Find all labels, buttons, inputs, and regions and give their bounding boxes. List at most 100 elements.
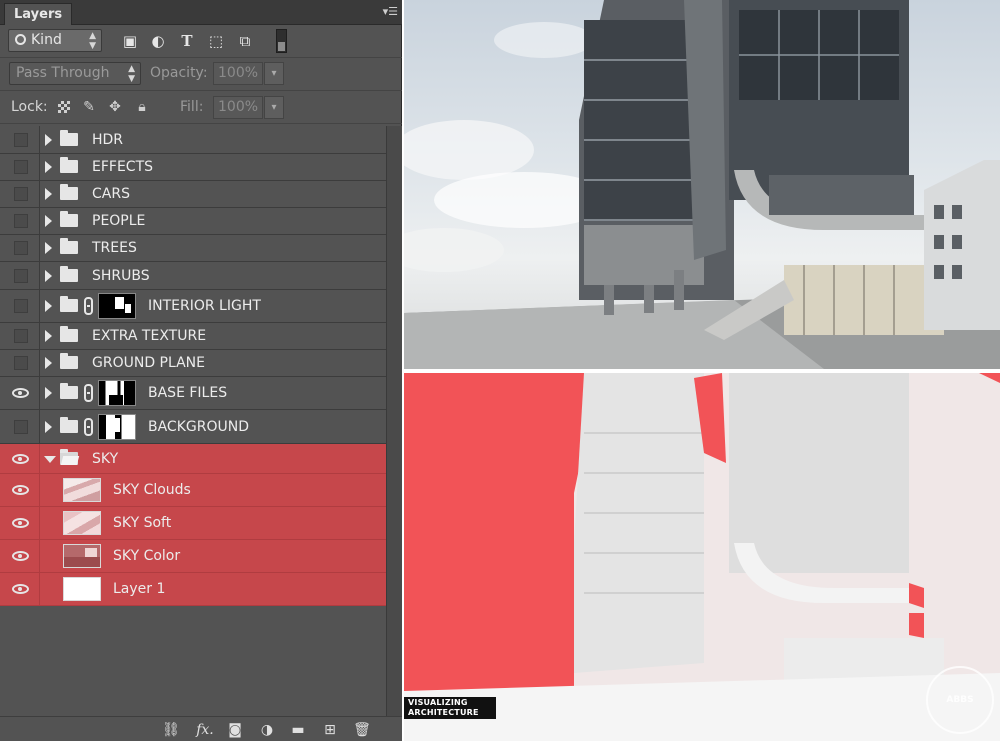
- add-mask-icon[interactable]: ◙: [226, 721, 244, 739]
- visibility-cell[interactable]: [0, 235, 40, 261]
- mask-link-icon[interactable]: [84, 297, 93, 315]
- visibility-off-box[interactable]: [14, 356, 28, 370]
- visibility-off-box[interactable]: [14, 419, 28, 434]
- visibility-off-box[interactable]: [14, 214, 28, 228]
- fill-dropdown-icon[interactable]: ▾: [264, 96, 284, 119]
- eye-icon[interactable]: [12, 388, 29, 398]
- expand-arrow-icon[interactable]: [45, 161, 52, 173]
- layer-row-layer-1[interactable]: Layer 1: [0, 573, 386, 606]
- expand-arrow-icon[interactable]: [45, 387, 52, 399]
- adjustment-layer-icon[interactable]: ◑: [258, 721, 276, 739]
- layer-row-shrubs[interactable]: SHRUBS: [0, 262, 386, 290]
- visibility-cell[interactable]: [0, 540, 40, 572]
- layer-thumbnail[interactable]: [63, 511, 101, 535]
- visibility-off-box[interactable]: [14, 329, 28, 343]
- layer-mask-thumbnail[interactable]: [98, 413, 136, 440]
- visibility-cell[interactable]: [0, 126, 40, 153]
- expand-arrow-icon[interactable]: [45, 215, 52, 227]
- visibility-off-box[interactable]: [14, 187, 28, 201]
- type-filter-icon[interactable]: T: [178, 32, 196, 50]
- credit-line-1: VISUALIZING: [408, 698, 468, 707]
- expand-arrow-icon[interactable]: [45, 300, 52, 312]
- layer-row-sky-clouds[interactable]: SKY Clouds: [0, 474, 386, 507]
- layer-mask-thumbnail[interactable]: [98, 380, 136, 406]
- opacity-input[interactable]: 100%: [213, 62, 263, 85]
- collapse-arrow-icon[interactable]: [44, 455, 56, 463]
- expand-arrow-icon[interactable]: [45, 133, 52, 146]
- expand-arrow-icon[interactable]: [45, 242, 52, 254]
- visibility-cell[interactable]: [0, 350, 40, 376]
- layer-row-sky-color[interactable]: SKY Color: [0, 540, 386, 573]
- eye-icon[interactable]: [12, 485, 29, 495]
- expand-arrow-icon[interactable]: [45, 330, 52, 342]
- visibility-cell[interactable]: [0, 181, 40, 207]
- layer-row-hdr[interactable]: HDR: [0, 126, 386, 154]
- layer-thumbnail[interactable]: [63, 544, 101, 568]
- pixel-filter-icon[interactable]: ▣: [121, 32, 139, 50]
- layer-row-background[interactable]: BACKGROUND: [0, 410, 386, 444]
- opacity-dropdown-icon[interactable]: ▾: [264, 62, 284, 85]
- expand-arrow-icon[interactable]: [45, 269, 52, 282]
- lock-image-pixels-icon[interactable]: ✎: [80, 98, 98, 116]
- link-layers-icon[interactable]: ⛓: [162, 721, 180, 739]
- visibility-cell[interactable]: [0, 474, 40, 506]
- visibility-cell[interactable]: [0, 262, 40, 289]
- expand-arrow-icon[interactable]: [45, 357, 52, 369]
- visibility-cell[interactable]: [0, 208, 40, 234]
- layer-row-effects[interactable]: EFFECTS: [0, 154, 386, 181]
- layer-row-sky[interactable]: SKY: [0, 444, 386, 474]
- layers-scrollbar[interactable]: [386, 126, 402, 716]
- layer-row-extra-texture[interactable]: EXTRA TEXTURE: [0, 323, 386, 350]
- visibility-off-box[interactable]: [14, 132, 28, 147]
- visibility-cell[interactable]: [0, 573, 40, 605]
- visibility-cell[interactable]: [0, 323, 40, 349]
- mask-link-icon[interactable]: [84, 384, 93, 402]
- visibility-cell[interactable]: [0, 410, 40, 443]
- visibility-cell[interactable]: [0, 444, 40, 473]
- tab-layers[interactable]: Layers: [4, 3, 73, 25]
- blend-mode-dropdown[interactable]: Pass Through ▲ ▼: [9, 62, 141, 85]
- search-icon: [15, 34, 26, 45]
- eye-icon[interactable]: [12, 584, 29, 594]
- eye-icon[interactable]: [12, 551, 29, 561]
- panel-menu-icon[interactable]: ▾☰: [383, 5, 398, 19]
- layer-row-ground-plane[interactable]: GROUND PLANE: [0, 350, 386, 377]
- add-style-icon[interactable]: fx.: [193, 721, 217, 739]
- layer-thumbnail[interactable]: [63, 478, 101, 502]
- layer-row-trees[interactable]: TREES: [0, 235, 386, 262]
- visibility-off-box[interactable]: [14, 160, 28, 174]
- layer-thumbnail[interactable]: [63, 577, 101, 601]
- lock-position-icon[interactable]: ✥: [106, 98, 124, 116]
- layer-row-cars[interactable]: CARS: [0, 181, 386, 208]
- layer-row-sky-soft[interactable]: SKY Soft: [0, 507, 386, 540]
- visibility-cell[interactable]: [0, 377, 40, 409]
- adjustment-filter-icon[interactable]: ◐: [149, 32, 167, 50]
- fill-input[interactable]: 100%: [213, 96, 263, 119]
- eye-icon[interactable]: [12, 453, 29, 464]
- mask-link-icon[interactable]: [84, 417, 93, 436]
- smart-object-filter-icon[interactable]: ⧉: [236, 32, 254, 50]
- kind-filter-dropdown[interactable]: Kind ▲ ▼: [8, 29, 102, 52]
- lock-all-icon[interactable]: 🔒︎: [133, 98, 151, 116]
- layer-row-interior-light[interactable]: INTERIOR LIGHT: [0, 290, 386, 323]
- eye-icon[interactable]: [12, 518, 29, 528]
- layer-row-base-files[interactable]: BASE FILES: [0, 377, 386, 410]
- layer-row-people[interactable]: PEOPLE: [0, 208, 386, 235]
- new-layer-icon[interactable]: ⊞: [321, 721, 339, 739]
- shape-filter-icon[interactable]: ⬚: [207, 32, 225, 50]
- visibility-cell[interactable]: [0, 154, 40, 180]
- visibility-off-box[interactable]: [14, 299, 28, 313]
- folder-icon: [60, 184, 78, 200]
- filter-toggle-switch[interactable]: [276, 29, 287, 53]
- visibility-cell[interactable]: [0, 290, 40, 322]
- expand-arrow-icon[interactable]: [45, 188, 52, 200]
- layer-mask-thumbnail[interactable]: [98, 293, 136, 319]
- visibility-off-box[interactable]: [14, 268, 28, 283]
- expand-arrow-icon[interactable]: [45, 420, 52, 433]
- visibility-off-box[interactable]: [14, 241, 28, 255]
- visibility-cell[interactable]: [0, 507, 40, 539]
- masked-building-illustration: [404, 373, 1000, 741]
- lock-transparent-pixels-icon[interactable]: [58, 101, 70, 113]
- new-group-icon[interactable]: ▬: [289, 721, 307, 739]
- delete-layer-icon[interactable]: 🗑︎: [353, 721, 371, 739]
